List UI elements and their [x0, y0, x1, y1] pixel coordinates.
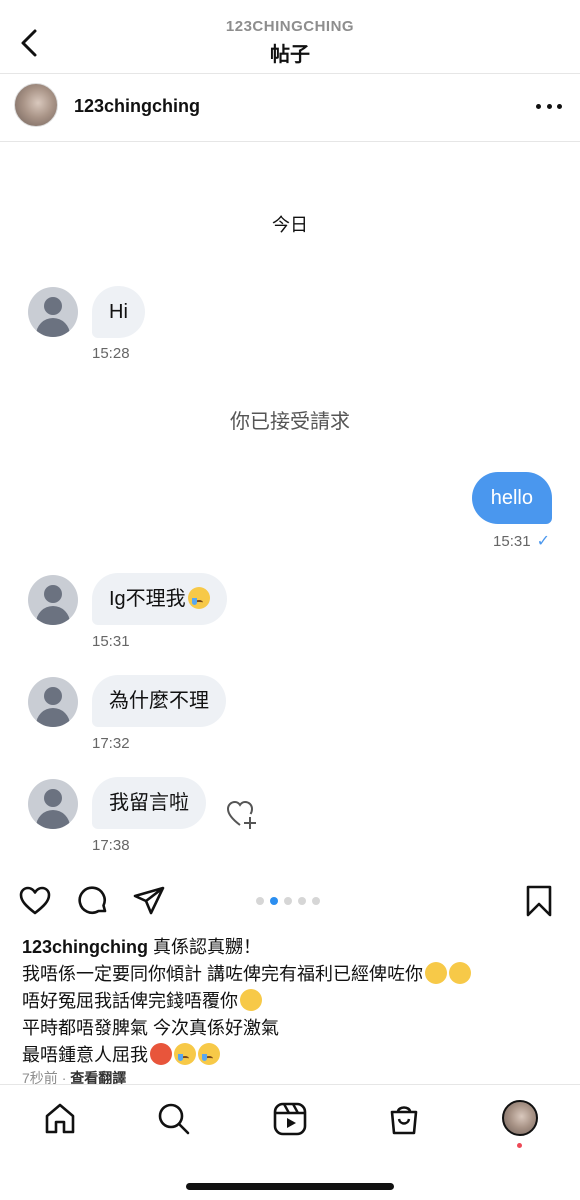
read-check-icon: ✓ — [536, 533, 550, 550]
contact-avatar — [28, 287, 78, 337]
message-text: Ig不理我 — [109, 588, 186, 610]
contact-avatar — [28, 575, 78, 625]
carousel-dot — [256, 897, 264, 905]
caption-username[interactable]: 123chingching — [22, 937, 148, 957]
crying-face-icon — [187, 587, 210, 609]
message-bubble-incoming: 我留言啦 — [92, 777, 206, 829]
smiling-face-icon — [240, 989, 262, 1011]
message-time-outgoing: 15:31 ✓ — [493, 531, 550, 551]
heart-icon[interactable] — [18, 884, 52, 918]
caption-text: 真係認真嬲！ — [148, 937, 262, 957]
crying-face-icon — [198, 1043, 220, 1065]
carousel-dot — [284, 897, 292, 905]
caption-line: 123chingching 真係認真嬲！ — [22, 934, 562, 961]
more-options-button[interactable] — [536, 98, 562, 114]
caption-text: 平時都唔發脾氣 今次真係好激氣 — [22, 1018, 279, 1038]
caption-line: 最唔鍾意人屈我 — [22, 1042, 562, 1069]
post-action-bar — [0, 878, 580, 928]
message-time: 17:38 — [92, 837, 130, 854]
caption-text: 最唔鍾意人屈我 — [22, 1045, 148, 1065]
message-time: 15:31 — [92, 633, 130, 650]
owner-username[interactable]: 123chingching — [74, 96, 200, 117]
message-time: 15:28 — [92, 345, 130, 362]
message-time: 15:31 — [493, 532, 531, 550]
home-icon[interactable] — [42, 1101, 78, 1137]
profile-avatar[interactable] — [502, 1100, 538, 1136]
contact-avatar — [28, 779, 78, 829]
caption-text: 我唔係一定要同你傾計 講咗俾完有福利已經俾咗你 — [22, 964, 423, 984]
date-divider: 今日 — [272, 215, 308, 235]
top-bar: 123CHINGCHING 帖子 — [0, 0, 580, 74]
reels-icon[interactable] — [272, 1101, 308, 1137]
carousel-dot — [298, 897, 306, 905]
message-bubble-incoming: 為什麼不理 — [92, 675, 226, 727]
heart-plus-icon — [226, 800, 256, 829]
search-icon[interactable] — [156, 1101, 192, 1137]
crying-face-icon — [174, 1043, 196, 1065]
message-bubble-outgoing: hello — [471, 472, 552, 524]
carousel-indicator — [256, 897, 320, 905]
message-time: 17:32 — [92, 735, 130, 752]
notification-dot — [517, 1143, 522, 1148]
angry-face-icon — [150, 1043, 172, 1065]
slightly-smiling-face-icon — [449, 962, 471, 984]
post-header: 123chingching — [0, 74, 580, 142]
caption-line: 我唔係一定要同你傾計 講咗俾完有福利已經俾咗你 — [22, 961, 562, 988]
page-subtitle: 123CHINGCHING — [225, 18, 355, 35]
carousel-dot — [312, 897, 320, 905]
caption-text: 唔好冤屈我話俾完錢唔覆你 — [22, 991, 238, 1011]
post-image[interactable]: 今日 Hi 15:28 你已接受請求 hello 15:31 ✓ Ig不理我 1… — [0, 143, 580, 878]
comment-icon[interactable] — [76, 884, 110, 918]
caption-line: 唔好冤屈我話俾完錢唔覆你 — [22, 988, 562, 1015]
post-caption: 123chingching 真係認真嬲！ 我唔係一定要同你傾計 講咗俾完有福利已… — [22, 934, 562, 1069]
message-bubble-incoming: Hi — [92, 286, 145, 338]
more-horizontal-icon — [536, 103, 541, 109]
system-message: 你已接受請求 — [230, 411, 350, 433]
shop-icon[interactable] — [386, 1101, 422, 1137]
send-icon[interactable] — [132, 884, 166, 918]
caption-line: 平時都唔發脾氣 今次真係好激氣 — [22, 1015, 562, 1042]
page-title: 帖子 — [270, 44, 310, 66]
owner-avatar[interactable] — [14, 83, 58, 127]
bookmark-icon[interactable] — [522, 884, 556, 918]
home-indicator — [186, 1183, 394, 1190]
contact-avatar — [28, 677, 78, 727]
message-bubble-incoming: Ig不理我 — [92, 573, 227, 625]
carousel-dot-active — [270, 897, 278, 905]
bottom-nav — [0, 1084, 580, 1200]
slightly-smiling-face-icon — [425, 962, 447, 984]
